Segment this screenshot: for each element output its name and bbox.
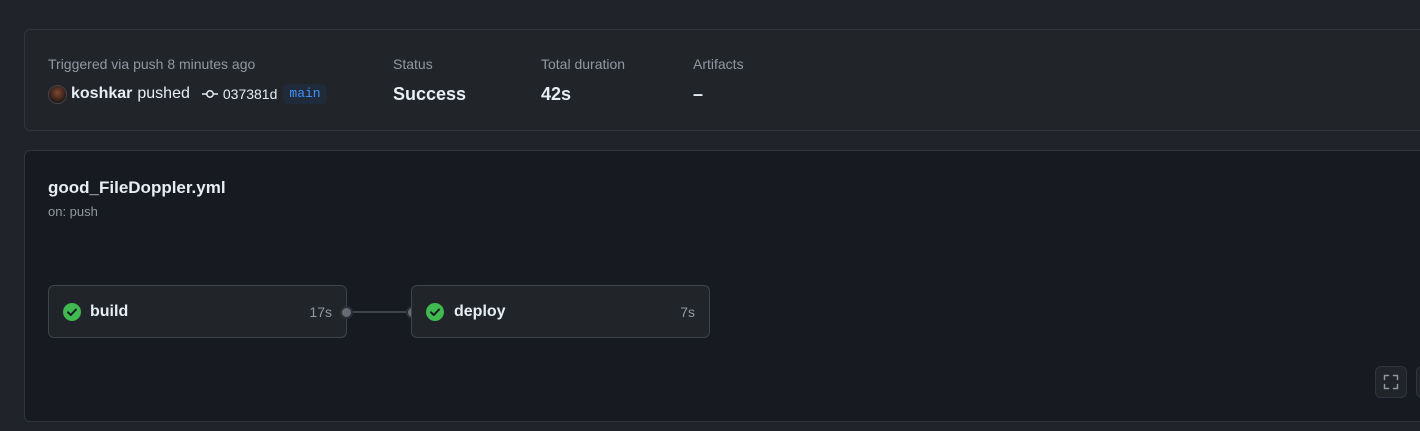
- git-commit-icon: [201, 89, 218, 99]
- workflow-graph-card: good_FileDoppler.yml on: push build 17s …: [24, 150, 1420, 422]
- job-name: deploy: [454, 303, 506, 320]
- job-card-build[interactable]: build 17s: [48, 285, 347, 338]
- fullscreen-button[interactable]: [1375, 366, 1407, 398]
- job-dependency-connector: [349, 311, 412, 313]
- actor-avatar[interactable]: [48, 84, 67, 104]
- job-name: build: [90, 303, 129, 320]
- artifacts-label: Artifacts: [693, 56, 744, 72]
- artifacts-section: Artifacts –: [693, 56, 744, 104]
- workflow-file-name[interactable]: good_FileDoppler.yml: [48, 178, 226, 198]
- job-duration: 17s: [309, 304, 332, 320]
- status-section: Status Success: [393, 56, 466, 104]
- duration-label: Total duration: [541, 56, 626, 72]
- trigger-details: koshkar pushed 037381d main: [48, 84, 327, 104]
- status-label: Status: [393, 56, 433, 72]
- duration-section: Total duration 42s: [541, 56, 625, 104]
- trigger-section: Triggered via push 8 minutes ago koshkar…: [48, 56, 327, 104]
- job-card-deploy[interactable]: deploy 7s: [411, 285, 710, 338]
- duration-value: 42s: [541, 84, 572, 104]
- artifacts-value: –: [693, 84, 704, 104]
- actor-link[interactable]: koshkar: [71, 85, 132, 103]
- branch-badge[interactable]: main: [283, 84, 327, 104]
- check-circle-icon: [63, 303, 81, 321]
- status-value: Success: [393, 84, 467, 104]
- commit-sha-link[interactable]: 037381d: [223, 86, 278, 102]
- run-summary-card: Triggered via push 8 minutes ago koshkar…: [24, 29, 1420, 131]
- trigger-label: Triggered via push 8 minutes ago: [48, 56, 256, 72]
- workflow-trigger-event: on: push: [48, 204, 98, 219]
- fullscreen-icon: [1383, 374, 1399, 390]
- check-circle-icon: [426, 303, 444, 321]
- build-output-port: [340, 306, 353, 319]
- job-duration: 7s: [680, 304, 695, 320]
- graph-control-button[interactable]: [1416, 366, 1420, 398]
- trigger-action: pushed: [137, 85, 190, 102]
